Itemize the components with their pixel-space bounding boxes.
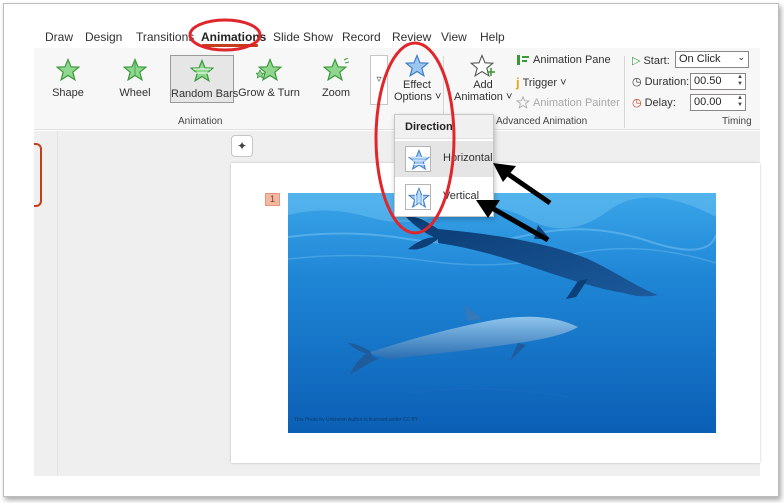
animation-grow-turn-label: Grow & Turn xyxy=(238,87,300,99)
spinner-icon[interactable]: ▲ ▼ xyxy=(737,95,743,109)
tab-view[interactable]: View xyxy=(441,30,467,44)
start-select-value: On Click xyxy=(679,53,721,65)
animation-wheel-label: Wheel xyxy=(119,87,151,99)
animation-order-tag[interactable]: 1 xyxy=(265,193,280,206)
animation-painter-label: Animation Painter xyxy=(533,96,620,109)
direction-vertical-option[interactable]: Vertical xyxy=(395,179,493,215)
slide-thumbnails-pane[interactable] xyxy=(34,131,58,476)
duration-label: Duration: xyxy=(644,75,690,88)
tab-transitions[interactable]: Transitions xyxy=(136,30,194,44)
dolphins-image xyxy=(288,193,716,433)
star-painter-icon xyxy=(516,96,530,109)
trigger-label: Trigger xyxy=(522,76,558,89)
gallery-more-button[interactable]: ▿ xyxy=(370,55,388,105)
animation-random-bars-label: Random Bars xyxy=(171,88,239,100)
animation-group-label: Animation xyxy=(178,116,223,127)
star-grow-turn-icon xyxy=(256,58,282,82)
start-label: Start: xyxy=(643,54,670,67)
animation-random-bars-button[interactable]: Random Bars xyxy=(170,55,239,103)
animation-shape-label: Shape xyxy=(52,87,84,99)
sparkle-icon: ✦ xyxy=(236,139,248,153)
ribbon-tabs: Draw Design Transitions Animations Slide… xyxy=(34,26,760,48)
powerpoint-window: Draw Design Transitions Animations Slide… xyxy=(3,3,779,497)
play-icon: ▷ xyxy=(632,55,641,67)
star-effect-options-icon xyxy=(405,54,429,78)
chevron-down-icon: ˅ xyxy=(434,91,442,103)
chevron-down-icon: ˅ xyxy=(505,91,513,103)
tab-draw[interactable]: Draw xyxy=(45,30,73,44)
duration-row: ◷ Duration: xyxy=(632,75,690,89)
star-zoom-icon xyxy=(323,58,349,82)
delay-row: ◷ Delay: xyxy=(632,96,676,110)
designer-sparkle-button[interactable]: ✦ xyxy=(231,135,253,157)
add-animation-label-2: Animation ˅ xyxy=(454,91,513,103)
star-random-bars-icon xyxy=(190,59,214,83)
effect-options-label-1: Effect xyxy=(403,79,431,91)
horizontal-star-icon xyxy=(405,146,431,172)
animation-grow-turn-button[interactable]: Grow & Turn xyxy=(237,55,301,103)
effect-options-label-2: Options ˅ xyxy=(394,91,442,103)
photo-credit[interactable]: This Photo by Unknown Author is licensed… xyxy=(294,417,418,423)
direction-horizontal-label: Horizontal xyxy=(443,152,493,164)
chevron-down-icon: ⌄ xyxy=(737,52,745,62)
animation-pane-button[interactable]: Animation Pane xyxy=(516,54,611,66)
selected-thumbnail-indicator xyxy=(34,143,42,207)
tab-slide-show[interactable]: Slide Show xyxy=(273,30,333,44)
chevron-down-icon: ˅ xyxy=(560,76,567,89)
direction-horizontal-option[interactable]: Horizontal xyxy=(395,141,493,177)
animation-painter-button[interactable]: Animation Painter xyxy=(516,96,620,109)
workspace-gutter xyxy=(58,131,238,476)
duration-value: 00.50 xyxy=(694,75,722,87)
active-tab-indicator xyxy=(202,44,258,47)
animation-zoom-label: Zoom xyxy=(321,87,351,99)
star-add-icon xyxy=(470,54,495,78)
delay-label: Delay: xyxy=(644,96,676,109)
add-animation-button[interactable]: Add Animation ˅ xyxy=(454,53,512,109)
effect-options-button[interactable]: Effect Options ˅ xyxy=(394,53,442,109)
delay-clock-icon: ◷ xyxy=(632,97,642,109)
trigger-button[interactable]: ϳ Trigger ˅ xyxy=(516,75,567,90)
dolphin-photo[interactable]: This Photo by Unknown Author is licensed… xyxy=(288,193,716,433)
add-animation-label-1: Add xyxy=(473,79,493,91)
vertical-star-icon xyxy=(405,184,431,210)
animation-pane-icon xyxy=(517,55,529,65)
spinner-icon[interactable]: ▲ ▼ xyxy=(737,74,743,88)
tab-design[interactable]: Design xyxy=(85,30,122,44)
animation-pane-label: Animation Pane xyxy=(533,54,611,66)
animation-wheel-button[interactable]: Wheel xyxy=(103,55,167,103)
group-separator xyxy=(624,56,625,128)
delay-value: 00.00 xyxy=(694,96,722,108)
tab-help[interactable]: Help xyxy=(480,30,505,44)
timing-group-label: Timing xyxy=(722,116,752,127)
animation-shape-button[interactable]: Shape xyxy=(36,55,100,103)
dropdown-header-direction: Direction xyxy=(395,115,493,139)
lightning-icon: ϳ xyxy=(516,75,520,90)
start-select[interactable]: On Click ⌄ xyxy=(675,51,749,68)
start-row: ▷ Start: xyxy=(632,54,670,68)
star-wheel-icon xyxy=(123,58,147,82)
star-shape-icon xyxy=(56,58,80,82)
clock-icon: ◷ xyxy=(632,76,642,88)
delay-field[interactable]: 00.00 ▲ ▼ xyxy=(690,94,746,111)
effect-options-dropdown: Direction Horizontal Vertical xyxy=(394,114,494,217)
tab-record[interactable]: Record xyxy=(342,30,381,44)
direction-vertical-label: Vertical xyxy=(443,190,480,202)
tab-animations[interactable]: Animations xyxy=(201,30,266,44)
duration-field[interactable]: 00.50 ▲ ▼ xyxy=(690,73,746,90)
animation-zoom-button[interactable]: Zoom xyxy=(304,55,368,103)
tab-review[interactable]: Review xyxy=(392,30,431,44)
advanced-animation-group-label: Advanced Animation xyxy=(496,116,588,127)
